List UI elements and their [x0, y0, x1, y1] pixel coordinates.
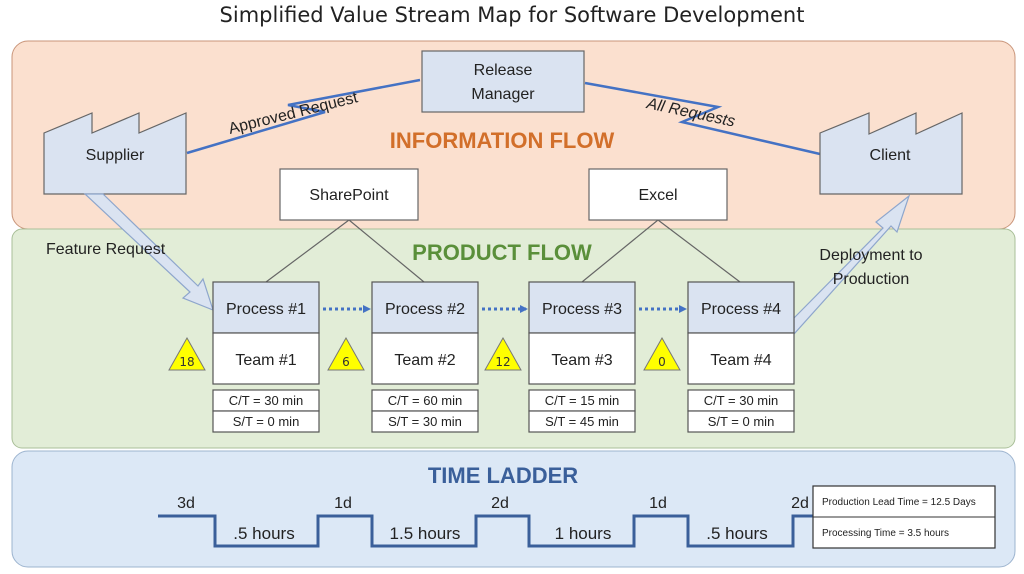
client-label: Client: [870, 147, 911, 164]
value-stream-map: Simplified Value Stream Map for Software…: [11, 3, 1016, 568]
product-flow-title: PRODUCT FLOW: [412, 240, 592, 265]
process-time-label: .5 hours: [233, 524, 294, 543]
deployment-label-2: Production: [833, 271, 910, 288]
release-manager-label-2: Manager: [471, 86, 535, 103]
deployment-label-1: Deployment to: [819, 247, 922, 264]
process-time-label: 1.5 hours: [390, 524, 461, 543]
process-team: Team #2: [394, 352, 455, 369]
information-flow-title: INFORMATION FLOW: [390, 128, 615, 153]
time-ladder-title: TIME LADDER: [428, 463, 578, 488]
lead-time-summary: Production Lead Time = 12.5 Days: [822, 497, 976, 508]
cycle-time: C/T = 15 min: [545, 393, 620, 408]
process-name: Process #3: [542, 301, 622, 318]
excel-label: Excel: [638, 187, 677, 204]
process-time-label: .5 hours: [706, 524, 767, 543]
cycle-time: C/T = 30 min: [704, 393, 779, 408]
release-manager-label-1: Release: [474, 62, 533, 79]
setup-time: S/T = 0 min: [708, 414, 775, 429]
processing-time-summary: Processing Time = 3.5 hours: [822, 528, 949, 539]
cycle-time: C/T = 30 min: [229, 393, 304, 408]
process-team: Team #1: [235, 352, 296, 369]
diagram-title: Simplified Value Stream Map for Software…: [220, 3, 805, 27]
process-name: Process #1: [226, 301, 306, 318]
inventory-count: 18: [179, 355, 194, 369]
wait-time-label: 3d: [177, 495, 195, 512]
setup-time: S/T = 0 min: [233, 414, 300, 429]
wait-time-label: 1d: [649, 495, 667, 512]
process-team: Team #3: [551, 352, 612, 369]
cycle-time: C/T = 60 min: [388, 393, 463, 408]
setup-time: S/T = 30 min: [388, 414, 462, 429]
process-time-label: 1 hours: [555, 524, 612, 543]
sharepoint-label: SharePoint: [309, 187, 389, 204]
setup-time: S/T = 45 min: [545, 414, 619, 429]
wait-time-label: 1d: [334, 495, 352, 512]
inventory-count: 12: [495, 355, 510, 369]
process-team: Team #4: [710, 352, 771, 369]
inventory-count: 0: [658, 355, 666, 369]
supplier-label: Supplier: [86, 147, 145, 164]
feature-request-label: Feature Request: [46, 241, 166, 258]
process-name: Process #4: [701, 301, 781, 318]
wait-time-label: 2d: [491, 495, 509, 512]
process-name: Process #2: [385, 301, 465, 318]
inventory-count: 6: [342, 355, 350, 369]
wait-time-label: 2d: [791, 495, 809, 512]
